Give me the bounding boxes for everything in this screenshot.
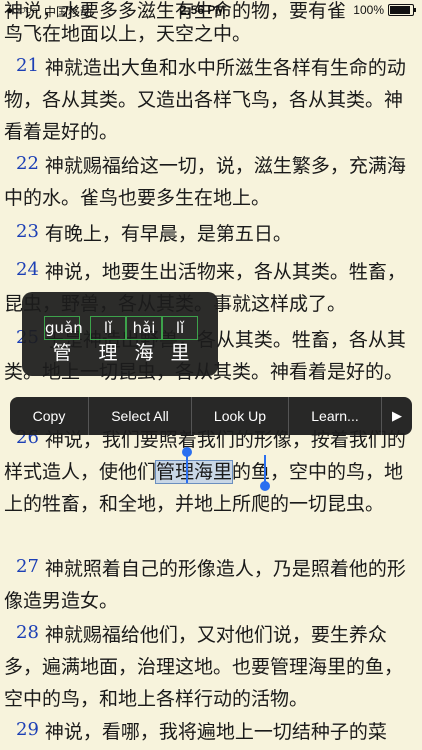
verse-number: 28 [16,622,39,643]
hanzi-text: 管 [52,342,72,364]
verse-text[interactable]: 神说，看哪，我将遍地上一切结种子的菜 [45,721,387,743]
verse-text[interactable]: 有晚上，有早晨，是第五日。 [45,223,292,245]
verse-26[interactable]: 26 神说，我们要照着我们的形像，按着我们的样式造人，使他们管理海里的鱼，空中的鸟… [4,422,416,520]
edit-menu: Copy Select All Look Up Learn... ▶ [10,397,412,435]
verse-text[interactable]: 神就赐福给这一切，说，滋生繁多，充满海中的水。雀鸟也要多生在地上。 [4,155,406,209]
battery-percent: 100% [353,3,384,17]
pinyin-text: lǐ [90,316,126,340]
verse-text[interactable]: 神就赐福给他们，又对他们说，要生养众多，遍满地面，治理这地。也要管理海里的鱼，空… [4,624,403,710]
verse-number: 27 [16,556,39,577]
select-all-button[interactable]: Select All [89,397,191,435]
verse-20-tail[interactable]: 鸟飞在地面以上，天空之中。 [4,18,416,50]
status-bar: ●○○○○ 中国移动 2:56 PM 100% [0,0,422,20]
verse-27[interactable]: 27 神就照着自己的形像造人，乃是照着他的形像造男造女。 [4,551,416,617]
carrier-label: 中国移动 [44,5,93,19]
battery-fill [390,6,410,14]
hanzi-text: 理 [98,342,118,364]
pinyin-popup: guǎn 管 lǐ 理 hǎi 海 lǐ 里 [22,292,218,376]
selection-end-handle[interactable] [260,455,270,491]
pinyin-char[interactable]: lǐ 理 [90,316,126,366]
look-up-button[interactable]: Look Up [192,397,288,435]
verse-28[interactable]: 28 神就赐福给他们，又对他们说，要生养众多，遍满地面，治理这地。也要管理海里的鱼… [4,617,416,715]
pinyin-char[interactable]: hǎi 海 [126,316,162,366]
verse-22[interactable]: 22 神就赐福给这一切，说，滋生繁多，充满海中的水。雀鸟也要多生在地上。 [4,148,416,214]
verse-number: 22 [16,153,39,174]
selection-start-handle[interactable] [182,447,192,483]
verse-number: 29 [16,719,39,740]
learn-button[interactable]: Learn... [289,397,381,435]
status-time: 2:56 PM [180,3,226,17]
verse-number: 23 [16,221,39,242]
hanzi-text: 海 [134,342,154,364]
selected-text[interactable]: 管理海里 [155,460,234,484]
verse-text[interactable]: 神就造出大鱼和水中所滋生各样有生命的动物，各从其类。又造出各样飞鸟，各从其类。神… [4,57,406,143]
pinyin-text: lǐ [162,316,198,340]
pinyin-char[interactable]: lǐ 里 [162,316,198,366]
hanzi-text: 里 [170,342,190,364]
battery-icon [388,4,416,16]
verse-number: 21 [16,55,39,76]
pinyin-char[interactable]: guǎn 管 [44,316,83,366]
pinyin-text: hǎi [126,316,162,340]
verse-29[interactable]: 29 神说，看哪，我将遍地上一切结种子的菜 [4,714,416,748]
copy-button[interactable]: Copy [10,397,88,435]
verse-text[interactable]: 神就照着自己的形像造人，乃是照着他的形像造男造女。 [4,558,406,612]
more-arrow-icon[interactable]: ▶ [382,397,412,435]
signal-strength-icon: ●○○○○ [6,3,38,17]
verse-23[interactable]: 23 有晚上，有早晨，是第五日。 [4,216,416,250]
verse-21[interactable]: 21 神就造出大鱼和水中所滋生各样有生命的动物，各从其类。又造出各样飞鸟，各从其类… [4,50,416,148]
verse-text[interactable]: 鸟飞在地面以上，天空之中。 [4,23,251,45]
verse-number: 24 [16,259,39,280]
pinyin-text: guǎn [44,316,83,340]
